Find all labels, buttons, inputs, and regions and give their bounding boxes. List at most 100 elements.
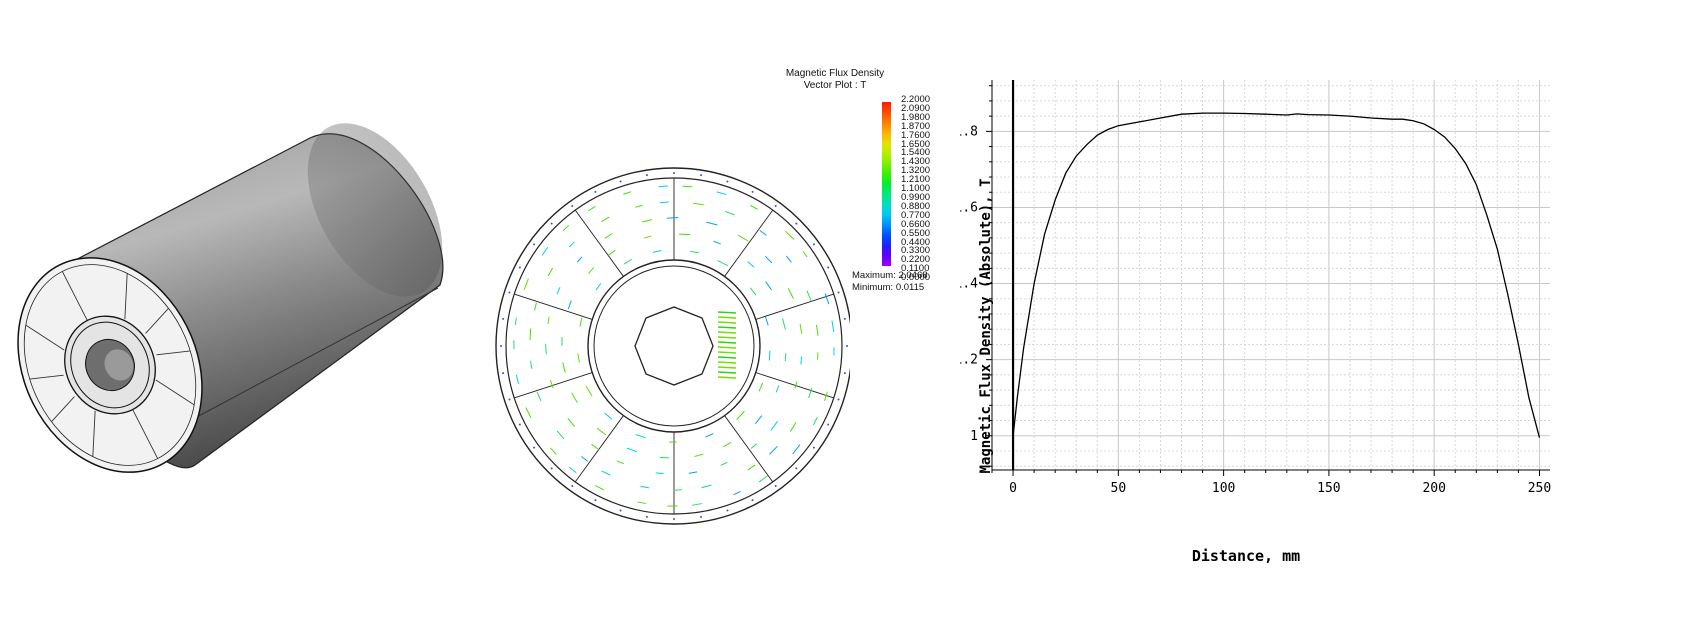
flux-vector (556, 287, 561, 295)
flux-vector (515, 374, 520, 384)
flux-vector (694, 453, 704, 457)
flux-vector (802, 251, 808, 258)
flux-vector (607, 249, 616, 256)
flux-vector (691, 503, 702, 506)
x-tick-label: 250 (1528, 481, 1551, 496)
flux-vector (533, 302, 537, 311)
flux-vector (784, 353, 787, 362)
flux-vector (659, 201, 669, 204)
flux-vector (635, 434, 646, 439)
flux-vector (549, 447, 557, 455)
flux-vector (774, 205, 777, 208)
cross-section-geometry (495, 167, 850, 525)
pole-divider (724, 415, 774, 483)
flux-vector (737, 234, 749, 242)
flux-vector (843, 372, 846, 375)
flux-vector (652, 249, 662, 253)
x-tick-label: 50 (1111, 481, 1127, 496)
flux-vector (824, 293, 830, 305)
flux-vector (789, 422, 797, 432)
legend-values: 2.2000 2.0900 1.9800 1.8700 1.7600 1.6500 1.54… (901, 95, 930, 283)
x-axis-label: Distance, mm (1192, 547, 1300, 565)
flux-vector (717, 376, 737, 379)
flux-vector (643, 235, 652, 239)
flux-vector (726, 509, 729, 512)
flux-vector (541, 246, 549, 256)
flux-vector (518, 266, 521, 269)
cylinder-3d-icon (17, 123, 444, 473)
flux-vector (782, 318, 786, 330)
x-tick-label: 100 (1212, 481, 1235, 496)
flux-vector (567, 418, 576, 428)
flux-vector (500, 345, 502, 347)
flux-vector (508, 398, 511, 401)
flux-vector (645, 515, 648, 518)
flux-vector (717, 331, 737, 334)
x-tick-label: 200 (1422, 481, 1445, 496)
flux-vector (635, 204, 643, 208)
flux-vector (533, 243, 536, 246)
flux-vector (562, 362, 566, 373)
flux-vector (717, 356, 737, 359)
flux-vector (549, 379, 554, 389)
flux-vector (569, 241, 575, 248)
chart-axes (991, 80, 1550, 471)
flux-vector (536, 391, 542, 402)
flux-vector (595, 282, 602, 291)
flux-vector (637, 501, 647, 505)
flux-vector (827, 423, 830, 426)
maximum-label: Maximum: (852, 270, 896, 281)
flux-vector (837, 291, 840, 294)
cylinder-model-view (0, 110, 460, 530)
y-tick-label: 1.8 (960, 124, 978, 139)
flux-vector (751, 499, 754, 502)
flux-vector (601, 470, 611, 476)
flux-vector (591, 443, 600, 451)
flux-vector (747, 261, 755, 268)
flux-vector (673, 518, 675, 520)
flux-vector (658, 185, 669, 188)
flux-vector (550, 467, 553, 470)
flux-vector (640, 485, 650, 489)
flux-vector (645, 174, 648, 177)
flux-vector (785, 255, 792, 263)
flux-vector (623, 258, 633, 265)
flux-vector (619, 509, 622, 512)
flux-vector (774, 484, 777, 487)
flux-vector (717, 371, 737, 374)
flux-vector (581, 456, 588, 462)
flux-vector (673, 172, 675, 174)
flux-vector (775, 385, 780, 393)
flux-vector (545, 344, 547, 355)
flux-vector (700, 174, 703, 177)
flux-vector (717, 259, 729, 267)
flux-vector (596, 427, 607, 436)
flux-vector (827, 266, 830, 269)
pole-divider (514, 293, 593, 320)
flux-vector (837, 398, 840, 401)
flux-vector (725, 211, 735, 216)
chart-grid (991, 80, 1550, 470)
flux-vector (706, 221, 718, 226)
legend-title-2: Vector Plot : T (803, 80, 867, 91)
y-tick-label: 1 (970, 429, 978, 444)
minimum-label: Minimum: (852, 282, 894, 293)
flux-vector (594, 190, 597, 193)
flux-vector (717, 341, 737, 344)
pole-divider (755, 293, 834, 320)
flux-vector (616, 460, 624, 465)
flux-vector (758, 382, 764, 392)
flux-vector (642, 219, 652, 223)
flux-vector (787, 288, 794, 299)
flux-vector (693, 202, 704, 206)
legend-maximum: Maximum: 2.0468 (852, 270, 928, 281)
flux-vector (759, 229, 767, 236)
y-tick-label: 1.6 (960, 200, 978, 215)
flux-vector (795, 222, 798, 225)
flux-vector (571, 484, 574, 487)
flux-vector (547, 316, 550, 325)
flux-vector (754, 415, 763, 424)
flux-vector (666, 217, 679, 219)
flux-vector (713, 240, 721, 245)
flux-vector (530, 360, 533, 369)
